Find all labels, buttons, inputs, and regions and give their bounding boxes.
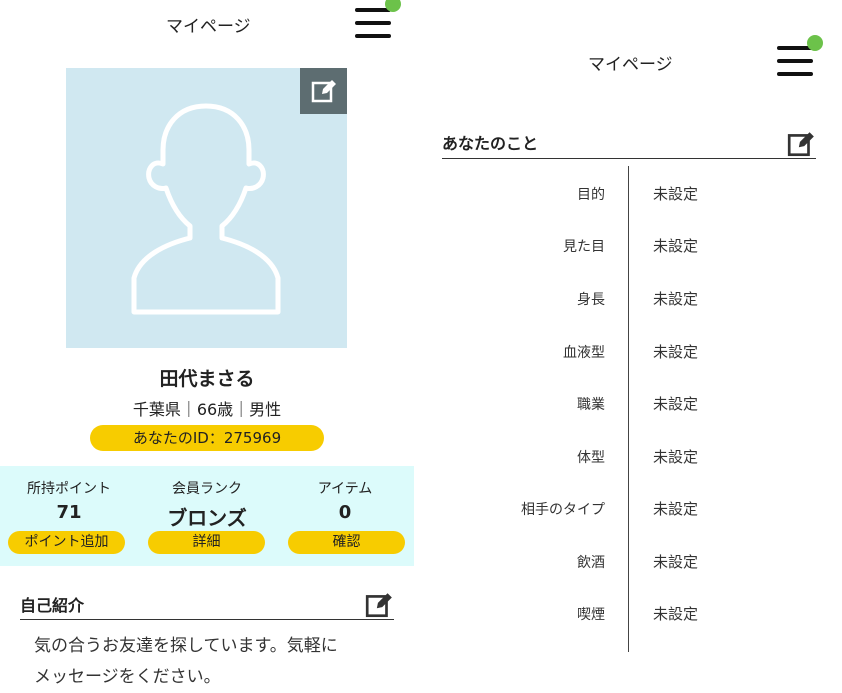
about-row-label: 相手のタイプ — [521, 502, 605, 518]
about-row-value: 未設定 — [653, 185, 699, 203]
about-row-label: 血液型 — [563, 345, 605, 361]
table-divider — [628, 166, 629, 652]
edit-photo-button[interactable] — [300, 68, 347, 114]
user-id-badge: あなたのID：275969 — [90, 425, 324, 451]
items-confirm-button[interactable]: 確認 — [288, 531, 405, 554]
edit-icon — [787, 132, 814, 157]
about-row-label: 見た目 — [563, 239, 605, 255]
hamburger-icon-bar — [777, 72, 813, 76]
stat-value: ブロンズ — [167, 506, 247, 530]
about-section-title: あなたのこと — [442, 134, 539, 153]
section-divider — [442, 158, 816, 159]
stat-rank: 会員ランク ブロンズ — [138, 466, 276, 531]
stat-label: 会員ランク — [172, 481, 242, 497]
menu-button[interactable] — [355, 0, 401, 40]
stat-value: 0 — [338, 502, 352, 523]
stat-points: 所持ポイント 71 — [0, 466, 138, 523]
intro-text-line: 気の合うお友達を探しています。気軽に — [34, 636, 338, 656]
intro-text: 気の合うお友達を探しています。気軽に メッセージをください。 — [34, 631, 394, 693]
rank-details-button[interactable]: 詳細 — [148, 531, 265, 554]
add-points-button[interactable]: ポイント追加 — [8, 531, 125, 554]
section-divider — [20, 619, 394, 620]
about-row-value: 未設定 — [653, 553, 699, 571]
stat-label: 所持ポイント — [27, 481, 111, 497]
intro-text-line: メッセージをください。 — [34, 667, 221, 687]
about-row-label: 飲酒 — [577, 555, 605, 571]
about-row-label: 目的 — [577, 187, 605, 203]
about-row-value: 未設定 — [653, 237, 699, 255]
about-row-value: 未設定 — [653, 395, 699, 413]
about-row-value: 未設定 — [653, 448, 699, 466]
about-row-value: 未設定 — [653, 500, 699, 518]
notification-dot — [385, 0, 401, 12]
profile-meta: 千葉県｜66歳｜男性 — [132, 400, 282, 419]
hamburger-icon-bar — [355, 34, 391, 38]
intro-section-title: 自己紹介 — [20, 596, 85, 615]
about-row-label: 身長 — [577, 292, 605, 308]
notification-dot — [807, 35, 823, 51]
hamburger-icon-bar — [777, 59, 813, 63]
stat-value: 71 — [56, 502, 82, 523]
page-title: マイページ — [166, 17, 251, 37]
about-row-value: 未設定 — [653, 605, 699, 623]
profile-name: 田代まさる — [159, 368, 255, 390]
stat-items: アイテム 0 — [276, 466, 414, 523]
about-row-label: 体型 — [577, 450, 605, 466]
about-row-value: 未設定 — [653, 290, 699, 308]
edit-icon — [365, 593, 392, 618]
page-title: マイページ — [588, 55, 673, 75]
about-row-value: 未設定 — [653, 343, 699, 361]
about-row-label: 喫煙 — [577, 607, 605, 623]
stats-panel: 所持ポイント 71 会員ランク ブロンズ アイテム 0 ポイント追加 詳細 確認 — [0, 466, 414, 566]
stat-label: アイテム — [317, 481, 373, 497]
about-row-label: 職業 — [577, 397, 605, 413]
edit-icon — [311, 80, 336, 103]
hamburger-icon-bar — [355, 21, 391, 25]
menu-button[interactable] — [777, 35, 823, 78]
